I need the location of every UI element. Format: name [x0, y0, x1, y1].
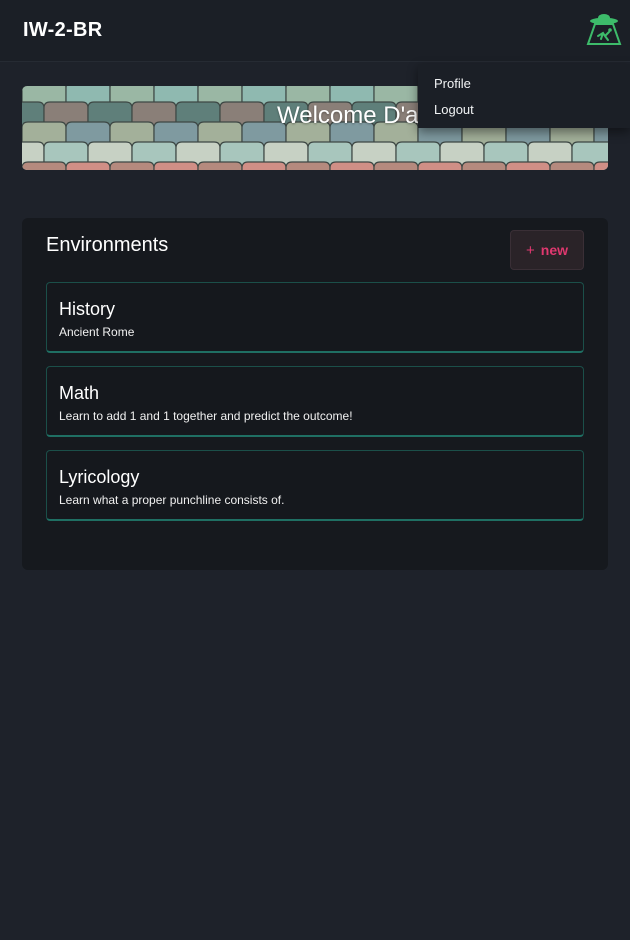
banner-tile — [285, 161, 331, 170]
environment-card-math[interactable]: Math Learn to add 1 and 1 together and p… — [46, 366, 584, 437]
banner-tile — [505, 161, 551, 170]
new-environment-button[interactable]: + new — [510, 230, 584, 270]
banner-tile — [241, 161, 287, 170]
banner-tile — [461, 161, 507, 170]
banner-tile — [109, 161, 155, 170]
banner-tile — [593, 161, 608, 170]
menu-item-profile[interactable]: Profile — [434, 76, 471, 91]
environment-title: Math — [59, 383, 100, 403]
environment-card-history[interactable]: History Ancient Rome — [46, 282, 584, 353]
banner-tile — [373, 161, 419, 170]
environment-title: Lyricology — [59, 467, 140, 487]
ufo-abduction-icon[interactable] — [586, 12, 622, 46]
environment-card-lyricology[interactable]: Lyricology Learn what a proper punchline… — [46, 450, 584, 521]
environment-description: Ancient Rome — [59, 325, 135, 339]
environment-title: History — [59, 299, 116, 319]
banner-tile — [22, 161, 67, 170]
environment-description: Learn what a proper punchline consists o… — [59, 493, 285, 507]
menu-item-logout[interactable]: Logout — [434, 102, 474, 117]
banner-tile — [417, 161, 463, 170]
top-navbar: IW-2-BR — [0, 0, 630, 62]
banner-tile — [329, 161, 375, 170]
brand-title[interactable]: IW-2-BR — [23, 19, 102, 42]
banner-tile — [197, 161, 243, 170]
user-dropdown-menu: Profile Logout — [418, 64, 630, 128]
environments-panel: Environments + new History Ancient Rome … — [22, 218, 608, 570]
environments-heading: Environments — [46, 234, 169, 256]
banner-tile — [65, 161, 111, 170]
banner-tile — [549, 161, 595, 170]
welcome-text: Welcome D'a — [277, 102, 419, 129]
new-button-label: new — [540, 242, 568, 258]
environment-description: Learn to add 1 and 1 together and predic… — [59, 409, 353, 423]
banner-tile — [153, 161, 199, 170]
plus-icon: + — [526, 241, 535, 259]
